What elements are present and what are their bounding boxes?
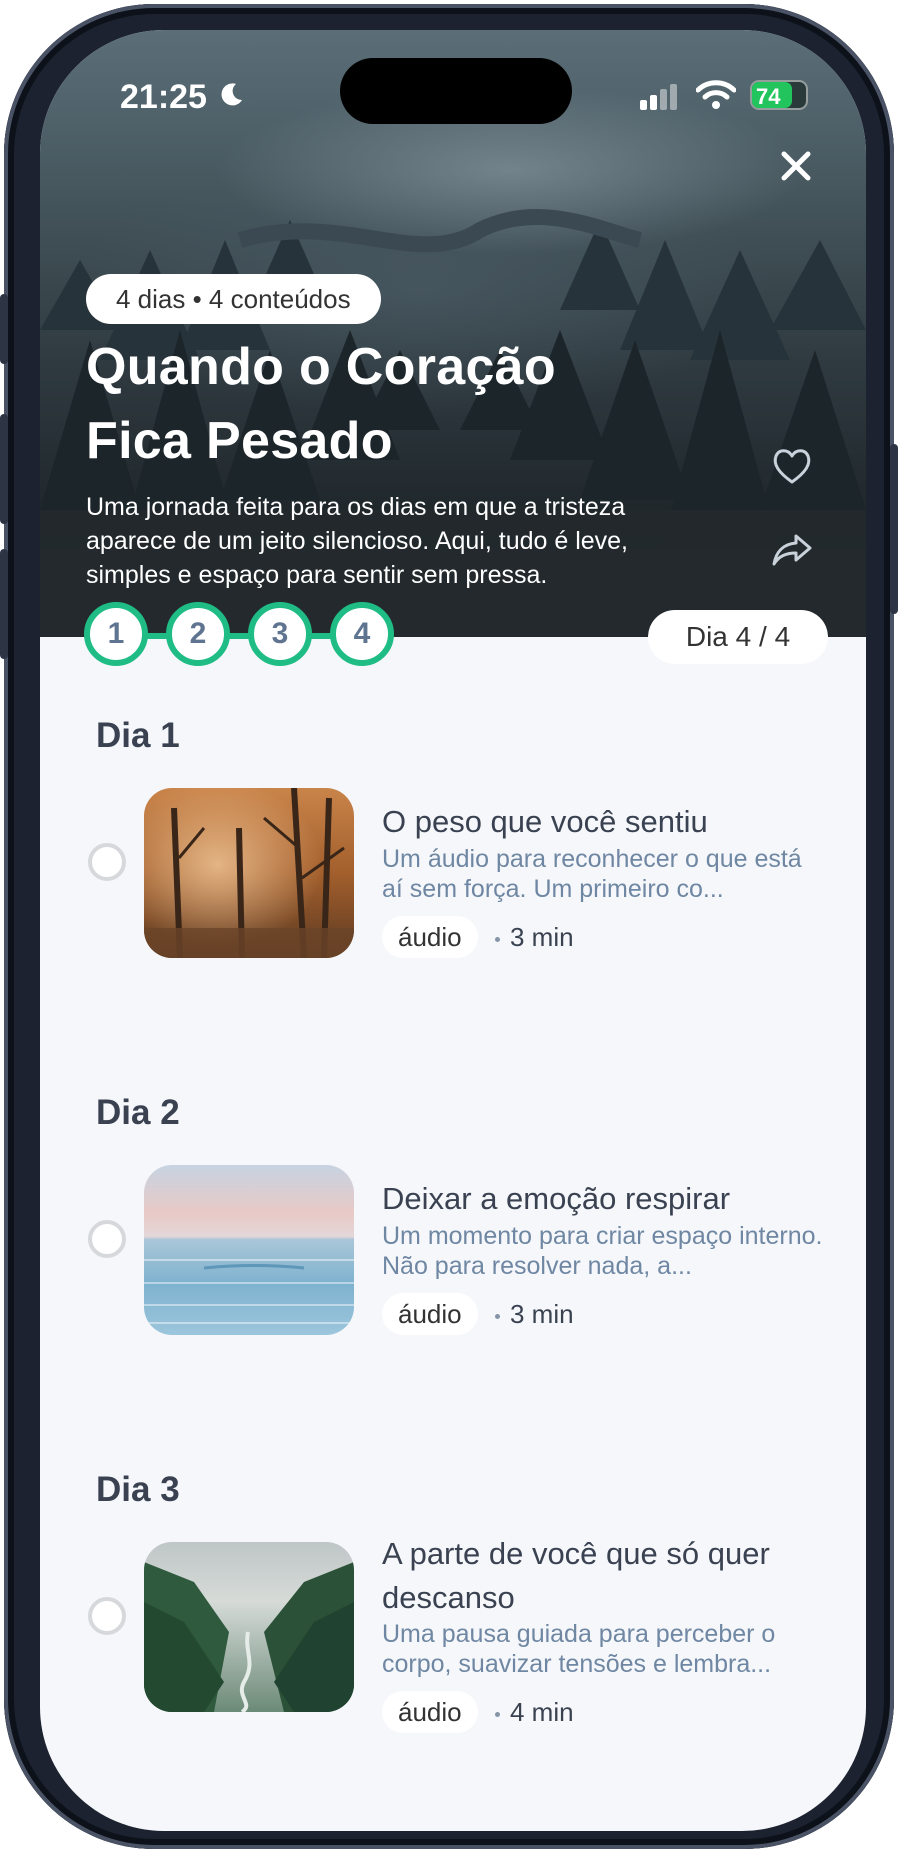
day-3-duration: 4 min xyxy=(495,1691,574,1733)
hero-banner: 21:25 74 4 dias • 4 conteúdos Quando o C… xyxy=(40,30,866,637)
day-1-heading: Dia 1 xyxy=(96,716,180,755)
day-3-radio-icon[interactable] xyxy=(88,1597,126,1635)
autumn-forest-image xyxy=(144,788,354,958)
journey-title: Quando o Coração Fica Pesado xyxy=(86,338,556,470)
day-2-title[interactable]: Deixar a emoção respirar xyxy=(382,1177,822,1221)
day-2-duration-text: 3 min xyxy=(510,1299,574,1329)
day-2-type-tag: áudio xyxy=(382,1293,478,1335)
misty-valley-image xyxy=(144,1542,354,1712)
day-1-type-tag: áudio xyxy=(382,916,478,958)
day-1-thumbnail[interactable] xyxy=(144,788,354,958)
day-3-heading: Dia 3 xyxy=(96,1470,180,1509)
current-day-badge: Dia 4 / 4 xyxy=(648,610,828,664)
dynamic-island xyxy=(340,58,572,124)
heart-icon[interactable] xyxy=(770,444,814,488)
status-time: 21:25 xyxy=(120,78,207,116)
power-button xyxy=(890,444,898,614)
journey-meta-badge: 4 dias • 4 conteúdos xyxy=(86,274,381,324)
day-1-title[interactable]: O peso que você sentiu xyxy=(382,800,822,844)
stepper-connector xyxy=(114,633,364,639)
phone-frame: 21:25 74 4 dias • 4 conteúdos Quando o C… xyxy=(0,4,898,1849)
calm-sea-image xyxy=(144,1165,354,1335)
day-3-title[interactable]: A parte de você que só quer descanso xyxy=(382,1532,822,1620)
volume-down-button xyxy=(0,549,8,659)
day-3-type-tag: áudio xyxy=(382,1691,478,1733)
day-2-radio-icon[interactable] xyxy=(88,1220,126,1258)
step-1[interactable]: 1 xyxy=(84,602,148,666)
day-2-heading: Dia 2 xyxy=(96,1093,180,1132)
moon-icon xyxy=(221,83,242,106)
app-screen: 21:25 74 4 dias • 4 conteúdos Quando o C… xyxy=(40,30,866,1831)
day-3-duration-text: 4 min xyxy=(510,1697,574,1727)
day-1-duration: 3 min xyxy=(495,916,574,958)
day-3-description: Uma pausa guiada para perceber o corpo, … xyxy=(382,1620,776,1678)
wifi-icon xyxy=(696,80,736,109)
step-3[interactable]: 3 xyxy=(248,602,312,666)
volume-up-button xyxy=(0,414,8,524)
day-1-radio-icon[interactable] xyxy=(88,843,126,881)
step-4[interactable]: 4 xyxy=(330,602,394,666)
day-1-description: Um áudio para reconhecer o que está aí s… xyxy=(382,845,802,903)
day-3-thumbnail[interactable] xyxy=(144,1542,354,1712)
day-2-duration: 3 min xyxy=(495,1293,574,1335)
close-icon[interactable] xyxy=(770,140,822,192)
share-icon[interactable] xyxy=(770,528,814,572)
step-2[interactable]: 2 xyxy=(166,602,230,666)
battery-icon: 74 xyxy=(750,80,808,110)
signal-icon xyxy=(640,84,677,110)
day-progress-stepper: 1 2 3 4 xyxy=(84,600,404,670)
side-button xyxy=(0,294,8,364)
day-2-thumbnail[interactable] xyxy=(144,1165,354,1335)
day-1-duration-text: 3 min xyxy=(510,922,574,952)
battery-percentage: 74 xyxy=(756,84,781,109)
day-2-description: Um momento para criar espaço interno. Nã… xyxy=(382,1222,823,1280)
journey-description: Uma jornada feita para os dias em que a … xyxy=(86,493,629,589)
